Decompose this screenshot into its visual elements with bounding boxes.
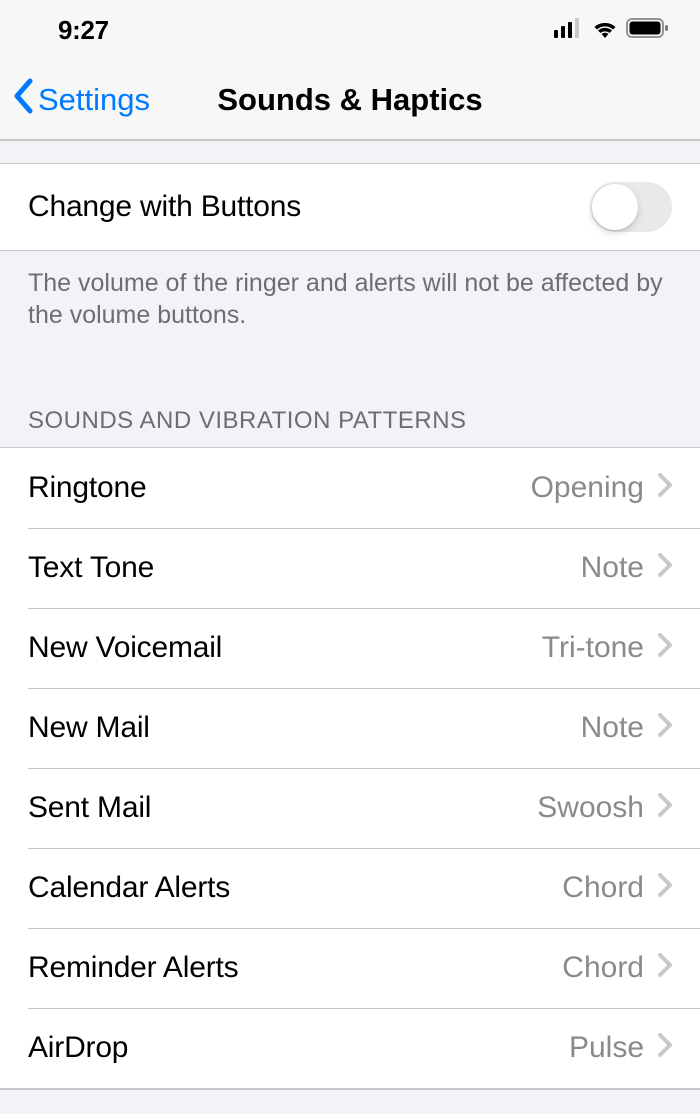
back-button[interactable]: Settings bbox=[12, 78, 150, 122]
reminder-alerts-row[interactable]: Reminder Alerts Chord bbox=[0, 928, 700, 1008]
chevron-right-icon bbox=[658, 631, 672, 665]
text-tone-row[interactable]: Text Tone Note bbox=[0, 528, 700, 608]
chevron-right-icon bbox=[658, 1031, 672, 1065]
sent-mail-row[interactable]: Sent Mail Swoosh bbox=[0, 768, 700, 848]
chevron-right-icon bbox=[658, 791, 672, 825]
row-label: Text Tone bbox=[28, 551, 581, 585]
chevron-right-icon bbox=[658, 551, 672, 585]
row-value: Pulse bbox=[569, 1031, 644, 1065]
row-value: Note bbox=[581, 551, 644, 585]
calendar-alerts-row[interactable]: Calendar Alerts Chord bbox=[0, 848, 700, 928]
status-bar: 9:27 bbox=[0, 0, 700, 60]
airdrop-row[interactable]: AirDrop Pulse bbox=[0, 1008, 700, 1088]
chevron-right-icon bbox=[658, 951, 672, 985]
row-label: AirDrop bbox=[28, 1031, 569, 1065]
row-label: Sent Mail bbox=[28, 791, 537, 825]
status-time: 9:27 bbox=[58, 15, 109, 46]
row-value: Tri-tone bbox=[542, 631, 644, 665]
chevron-right-icon bbox=[658, 471, 672, 505]
row-value: Chord bbox=[562, 951, 644, 985]
list-divider bbox=[0, 140, 700, 163]
row-value: Chord bbox=[562, 871, 644, 905]
toggle-group: Change with Buttons bbox=[0, 163, 700, 251]
row-label: Calendar Alerts bbox=[28, 871, 562, 905]
row-value: Note bbox=[581, 711, 644, 745]
wifi-icon bbox=[590, 17, 620, 44]
bottom-spacer bbox=[0, 1089, 700, 1109]
status-icons bbox=[554, 17, 670, 44]
cellular-icon bbox=[554, 18, 584, 43]
nav-bar: Settings Sounds & Haptics bbox=[0, 60, 700, 140]
chevron-right-icon bbox=[658, 711, 672, 745]
battery-icon bbox=[626, 17, 670, 44]
row-label: Reminder Alerts bbox=[28, 951, 562, 985]
new-voicemail-row[interactable]: New Voicemail Tri-tone bbox=[0, 608, 700, 688]
toggle-knob bbox=[592, 184, 638, 230]
chevron-left-icon bbox=[12, 78, 34, 122]
change-with-buttons-row[interactable]: Change with Buttons bbox=[0, 164, 700, 250]
change-with-buttons-toggle[interactable] bbox=[590, 182, 672, 232]
toggle-footer-text: The volume of the ringer and alerts will… bbox=[0, 251, 700, 343]
sounds-section-header: SOUNDS AND VIBRATION PATTERNS bbox=[0, 343, 700, 447]
sounds-list: Ringtone Opening Text Tone Note New Voic… bbox=[0, 447, 700, 1089]
ringtone-row[interactable]: Ringtone Opening bbox=[0, 448, 700, 528]
row-value: Opening bbox=[531, 471, 644, 505]
row-label: New Mail bbox=[28, 711, 581, 745]
row-value: Swoosh bbox=[537, 791, 644, 825]
new-mail-row[interactable]: New Mail Note bbox=[0, 688, 700, 768]
page-title: Sounds & Haptics bbox=[217, 82, 482, 118]
chevron-right-icon bbox=[658, 871, 672, 905]
change-with-buttons-label: Change with Buttons bbox=[28, 190, 590, 224]
row-label: Ringtone bbox=[28, 471, 531, 505]
row-label: New Voicemail bbox=[28, 631, 542, 665]
back-label: Settings bbox=[38, 82, 150, 118]
